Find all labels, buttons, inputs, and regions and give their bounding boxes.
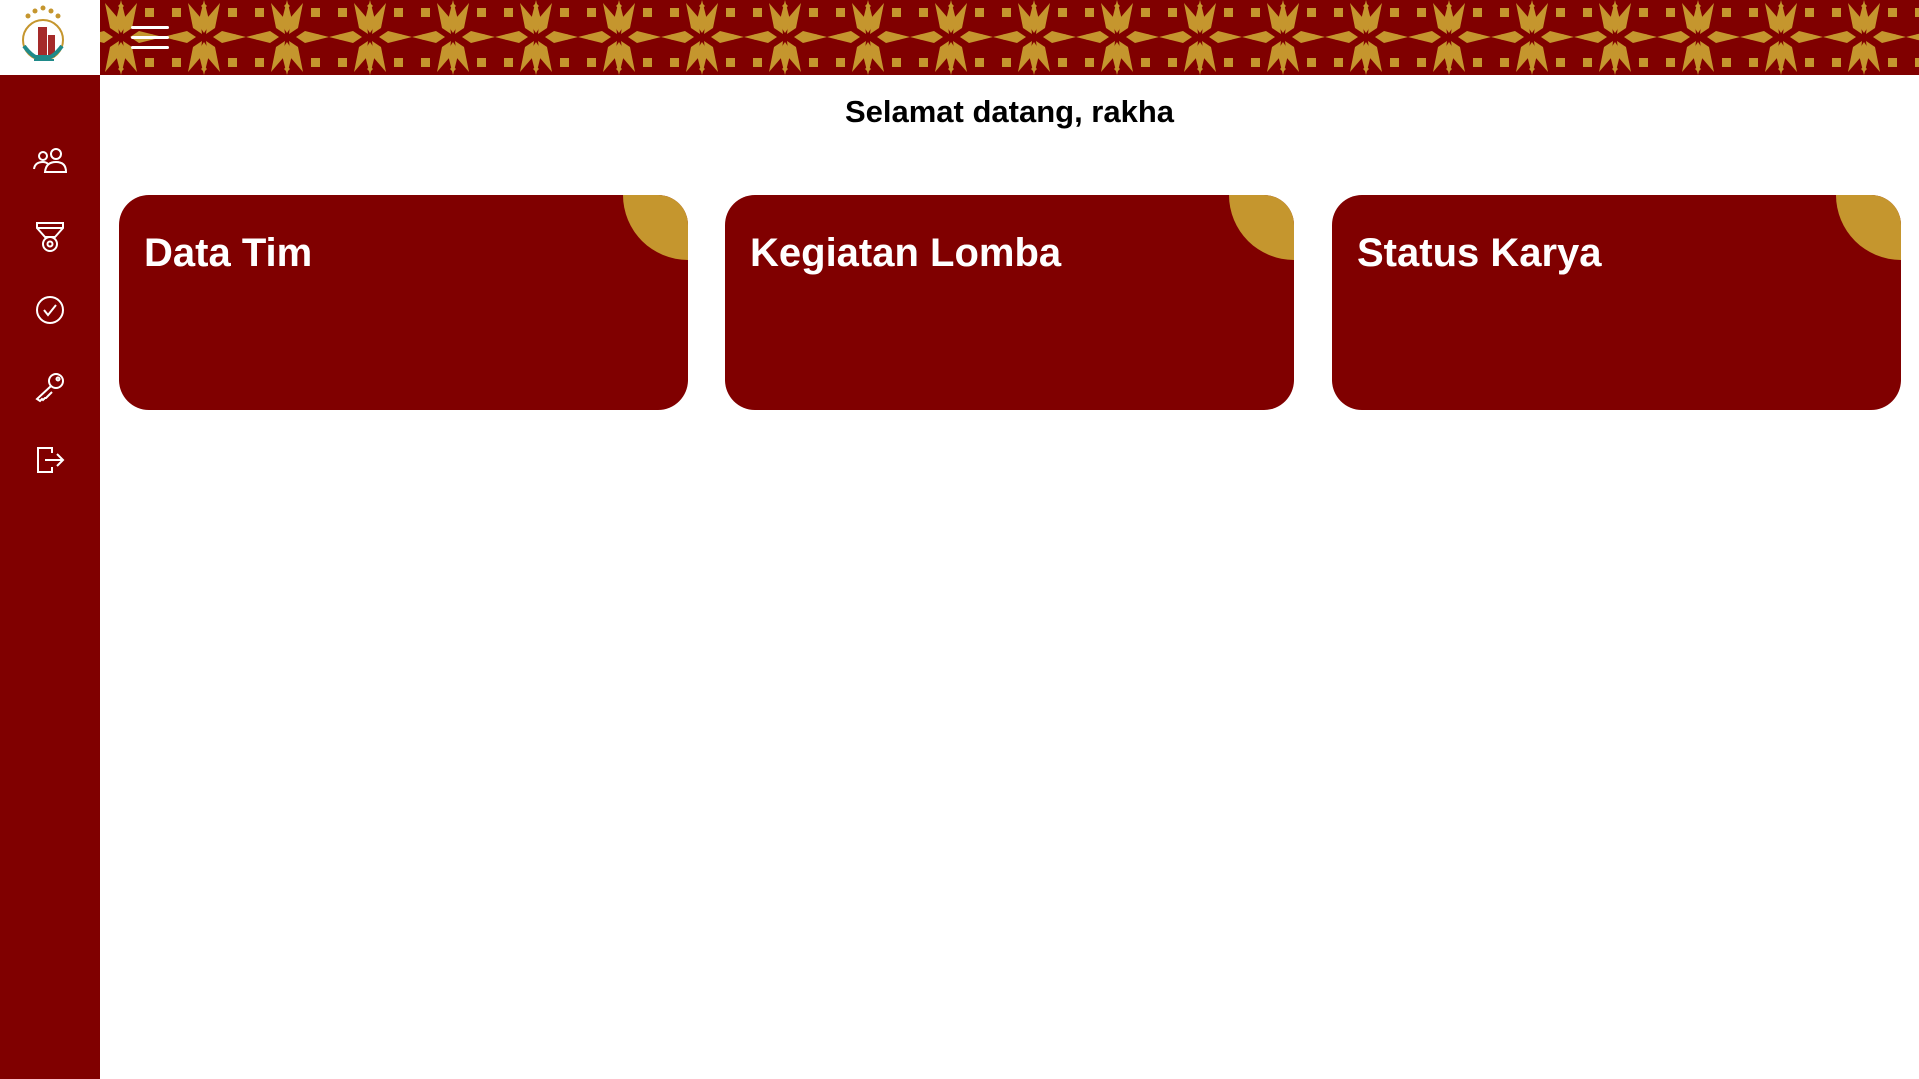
menu-toggle-button[interactable] bbox=[131, 26, 169, 50]
logo[interactable] bbox=[12, 0, 74, 74]
welcome-heading: Selamat datang, rakha bbox=[844, 94, 1175, 129]
header-banner bbox=[100, 0, 1919, 75]
sidebar-item-team[interactable] bbox=[30, 142, 70, 182]
sidebar-item-status[interactable] bbox=[30, 290, 70, 330]
songket-pattern bbox=[100, 0, 1919, 75]
hamburger-icon bbox=[131, 26, 169, 29]
key-icon bbox=[35, 373, 64, 403]
card-label: Status Karya bbox=[1357, 231, 1602, 275]
check-circle-icon bbox=[36, 296, 64, 324]
logo-area bbox=[0, 0, 100, 75]
medal-icon bbox=[36, 222, 64, 252]
sidebar-item-password[interactable] bbox=[30, 367, 70, 407]
users-icon bbox=[33, 148, 68, 173]
card-label: Data Tim bbox=[144, 231, 313, 275]
sidebar-item-competition[interactable] bbox=[30, 217, 70, 257]
card-corner-decoration bbox=[1229, 195, 1294, 260]
sidebar-item-logout[interactable] bbox=[30, 440, 70, 480]
card-label: Kegiatan Lomba bbox=[750, 231, 1062, 275]
card-corner-decoration bbox=[1836, 195, 1901, 260]
card-corner-decoration bbox=[623, 195, 688, 260]
logout-icon bbox=[37, 447, 65, 473]
card-data-tim[interactable]: Data Tim bbox=[119, 195, 688, 410]
card-kegiatan-lomba[interactable]: Kegiatan Lomba bbox=[725, 195, 1294, 410]
sidebar bbox=[0, 0, 100, 1079]
card-status-karya[interactable]: Status Karya bbox=[1332, 195, 1901, 410]
